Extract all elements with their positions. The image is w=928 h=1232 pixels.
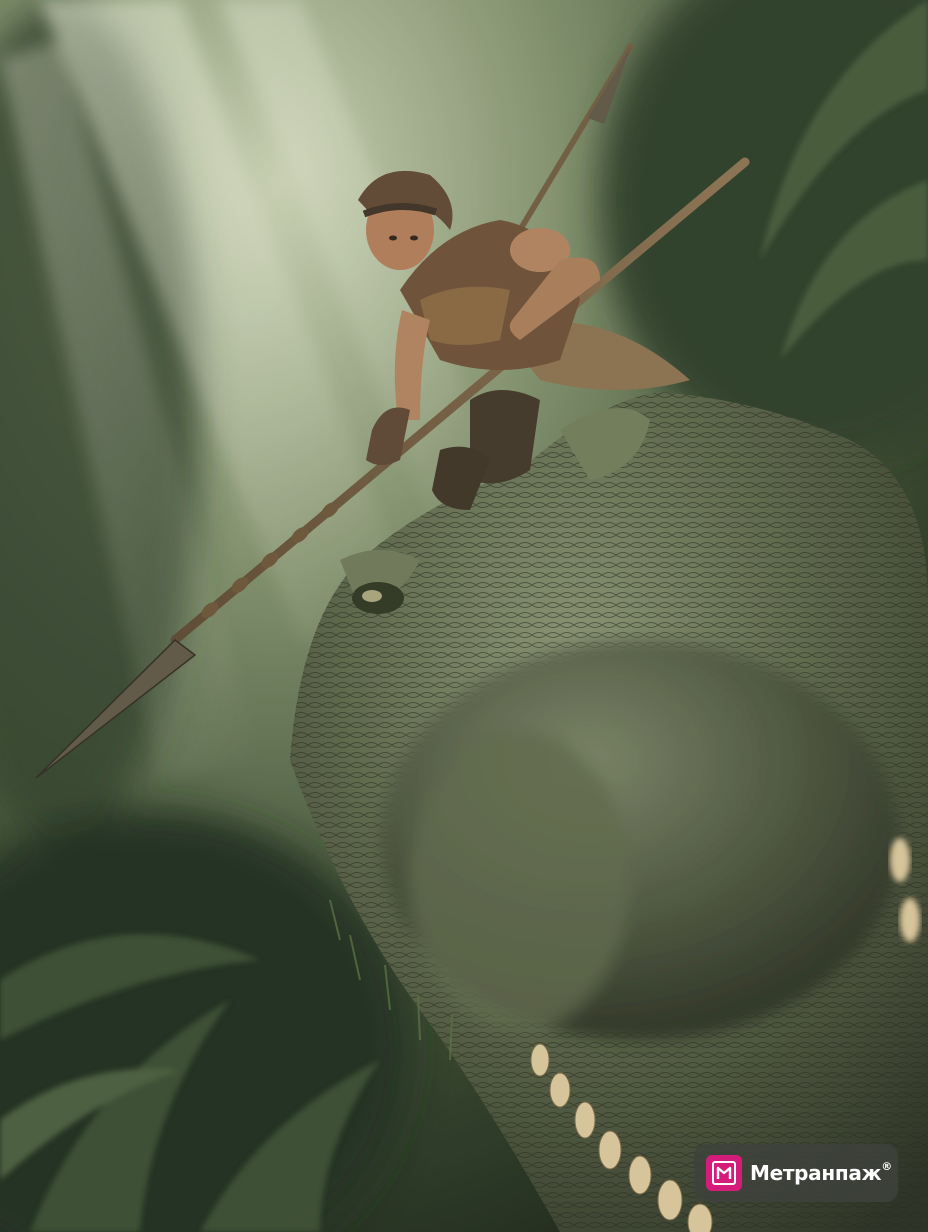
watermark-brand-text: Метранпаж (750, 1161, 882, 1185)
metranpazh-logo-icon (706, 1155, 742, 1191)
scene-artwork (0, 0, 928, 1232)
watermark-registered-mark: ® (881, 1160, 892, 1173)
jungle-scene: Метранпаж ® (0, 0, 928, 1232)
metranpazh-watermark: Метранпаж ® (694, 1144, 898, 1202)
